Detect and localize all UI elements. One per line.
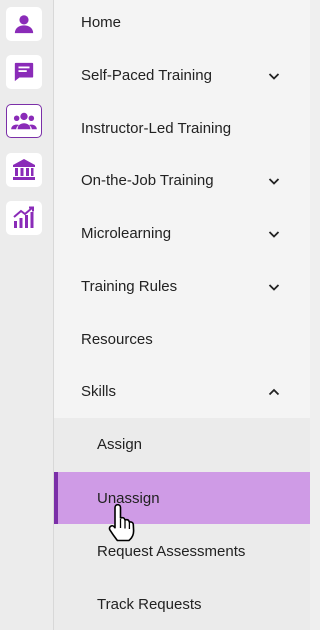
message-icon <box>13 61 35 83</box>
submenu-item-label: Assign <box>97 435 143 453</box>
submenu-item-assign[interactable]: Assign <box>54 418 310 470</box>
menu-item-microlearning[interactable]: Microlearning <box>54 207 310 260</box>
group-icon <box>11 110 37 132</box>
chevron-down-icon <box>268 177 280 185</box>
submenu-item-label: Unassign <box>97 489 160 507</box>
menu-item-label: Self-Paced Training <box>81 67 212 84</box>
submenu-item-unassign[interactable]: Unassign <box>54 472 310 524</box>
icon-rail <box>0 0 54 630</box>
menu-item-self-paced-training[interactable]: Self-Paced Training <box>54 49 310 102</box>
chevron-down-icon <box>268 72 280 80</box>
menu-item-skills[interactable]: Skills <box>54 365 310 418</box>
submenu-item-label: Track Requests <box>97 595 202 613</box>
rail-button-team[interactable] <box>6 104 42 138</box>
submenu-item-request-assessments[interactable]: Request Assessments <box>54 525 310 577</box>
rail-button-profile[interactable] <box>6 7 42 41</box>
menu-item-label: Training Rules <box>81 278 178 295</box>
skills-submenu: Assign Unassign Request Assessments Trac… <box>54 418 310 630</box>
rail-button-institution[interactable] <box>6 153 42 187</box>
menu-item-on-the-job-training[interactable]: On-the-Job Training <box>54 154 310 207</box>
menu-item-training-rules[interactable]: Training Rules <box>54 260 310 313</box>
menu-item-label: On-the-Job Training <box>81 172 214 189</box>
menu-item-label: Resources <box>81 331 153 348</box>
analytics-icon <box>12 206 36 230</box>
chevron-down-icon <box>268 283 280 291</box>
institution-icon <box>12 158 36 182</box>
menu-item-resources[interactable]: Resources <box>54 313 310 366</box>
menu-item-label: Microlearning <box>81 225 172 242</box>
menu-item-label: Home <box>81 14 122 31</box>
menu-item-label: Skills <box>81 383 117 400</box>
rail-button-messages[interactable] <box>6 55 42 89</box>
submenu-item-label: Request Assessments <box>97 542 246 560</box>
chevron-down-icon <box>268 230 280 238</box>
chevron-up-icon <box>268 388 280 395</box>
rail-button-analytics[interactable] <box>6 201 42 235</box>
menu-item-home[interactable]: Home <box>54 0 310 49</box>
menu-item-label: Instructor-Led Training <box>81 120 232 137</box>
submenu-item-track-requests[interactable]: Track Requests <box>54 578 310 630</box>
person-icon <box>13 13 35 35</box>
menu-item-instructor-led-training[interactable]: Instructor-Led Training <box>54 102 310 155</box>
navigation-menu: Home Self-Paced Training Instructor-Led … <box>54 0 310 630</box>
app-shell: Home Self-Paced Training Instructor-Led … <box>0 0 310 630</box>
